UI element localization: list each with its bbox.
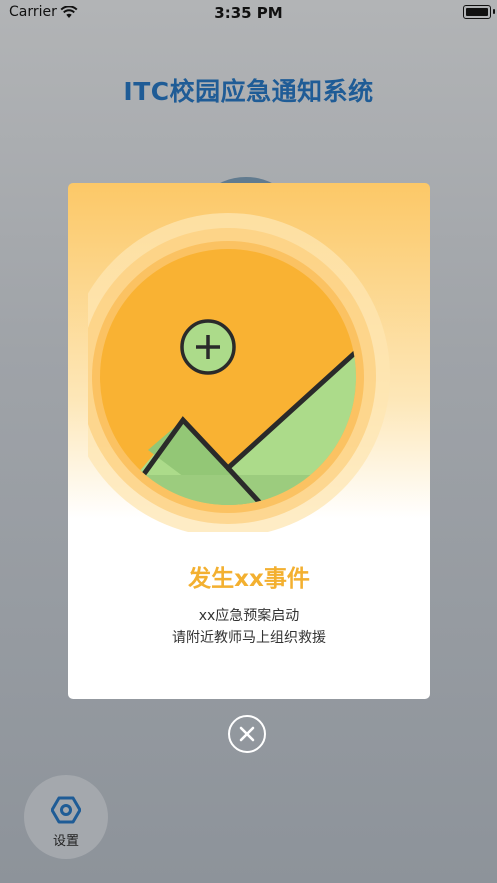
mountain-landscape-image-icon	[88, 213, 390, 532]
close-icon	[239, 726, 255, 742]
message-line-1: xx应急预案启动	[198, 608, 300, 624]
clock: 3:35 PM	[214, 4, 283, 22]
add-icon	[180, 319, 236, 375]
battery-tip	[493, 9, 495, 14]
event-title: 发生xx事件	[188, 566, 310, 592]
battery-icon	[463, 5, 491, 19]
settings-label: 设置	[52, 834, 79, 849]
settings-button[interactable]: 设置	[24, 775, 108, 859]
message-line-2: 请附近教师马上组织救援	[172, 630, 326, 646]
gear-icon	[51, 796, 81, 824]
app-title: ITC校园应急通知系统	[123, 77, 374, 106]
close-button[interactable]	[228, 715, 266, 753]
alert-modal: 发生xx事件 xx应急预案启动 请附近教师马上组织救援	[68, 183, 430, 699]
status-bar: Carrier 3:35 PM	[0, 0, 497, 28]
